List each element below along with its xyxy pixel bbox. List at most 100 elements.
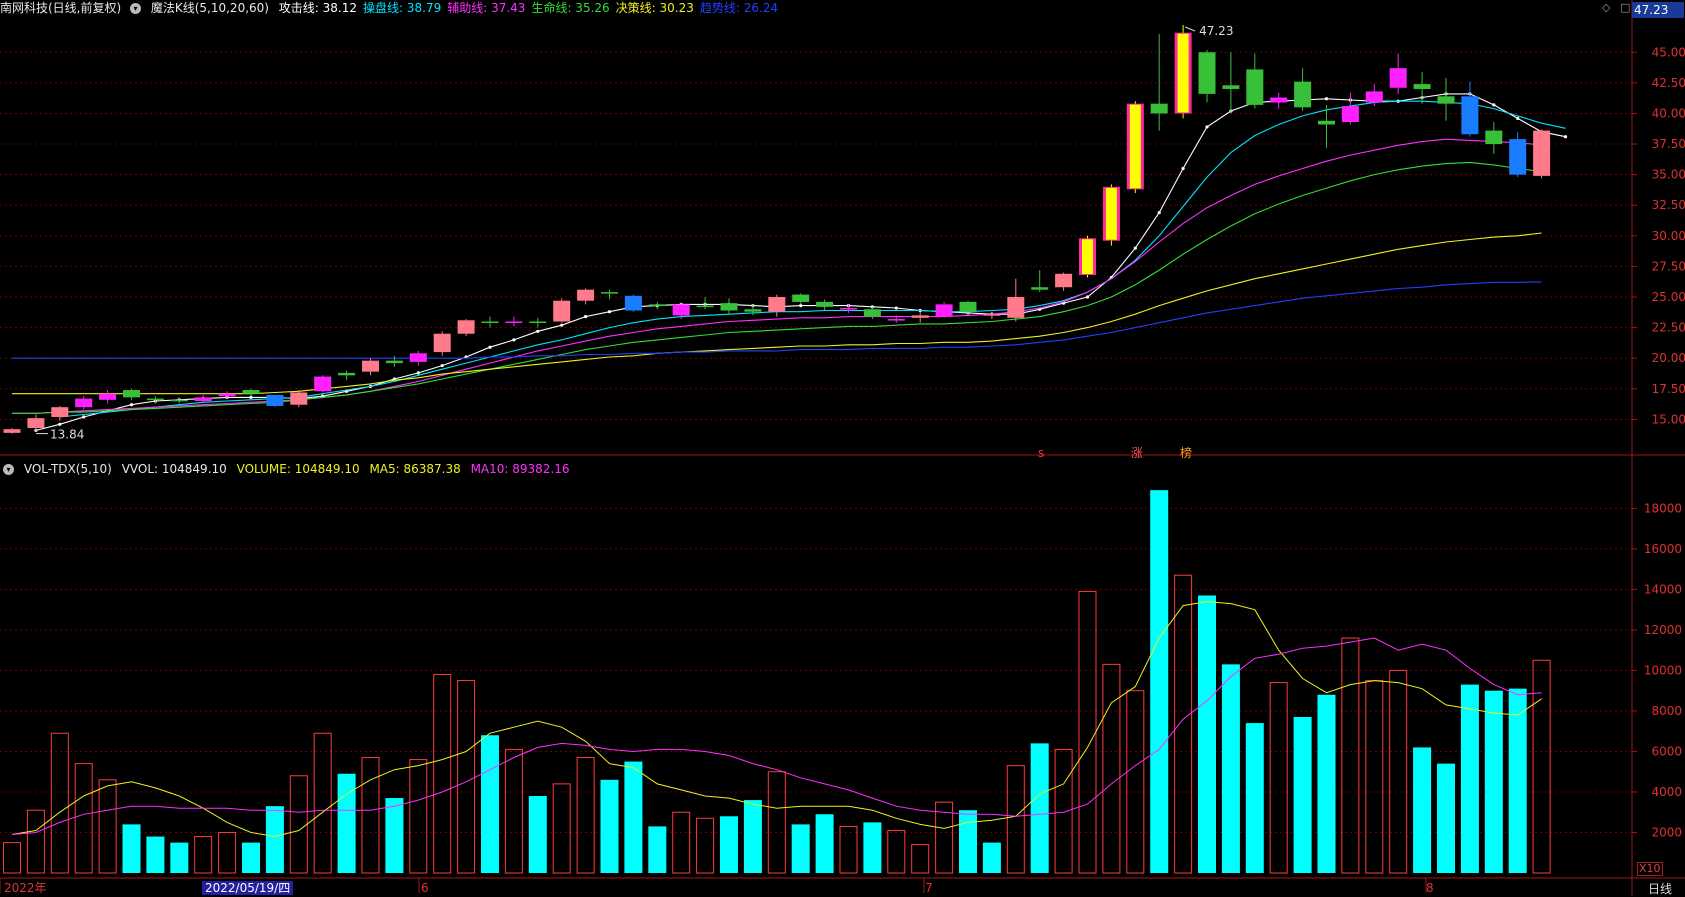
candle-body xyxy=(672,304,690,316)
volume-bar-down xyxy=(1198,595,1216,873)
volume-bar-down xyxy=(1221,664,1240,873)
candle-body xyxy=(266,394,284,406)
month-8-label: 8 xyxy=(1426,881,1434,895)
volume-tick-label: 10000 xyxy=(1644,663,1682,677)
candle-body xyxy=(242,390,260,394)
month-7-label: 7 xyxy=(925,881,933,895)
volume-bars[interactable] xyxy=(3,490,1551,874)
candle-body-inner xyxy=(1129,104,1141,189)
volume-bar-down xyxy=(959,810,977,873)
grid-lines xyxy=(0,0,1685,896)
signal-marker-list[interactable]: 榜 xyxy=(1180,444,1192,461)
candle-body xyxy=(911,315,929,318)
volume-bar-up xyxy=(3,842,21,874)
stock-title[interactable]: 南网科技(日线,前复权) xyxy=(0,1,121,15)
volume-bar-down xyxy=(624,761,643,873)
volume-bar-up xyxy=(839,825,858,874)
volume-bar-down xyxy=(242,842,260,873)
volume-bar-down xyxy=(648,826,667,873)
candle-body xyxy=(648,304,666,306)
candle-body xyxy=(218,393,236,397)
indicator-header: 南网科技(日线,前复权) ▾ 魔法K线(5,10,20,60) 攻击线: 38.… xyxy=(0,0,790,16)
ma-line xyxy=(59,100,1566,418)
attack-line-dot xyxy=(488,345,492,349)
candle-body xyxy=(1007,297,1025,318)
volume-value: VOLUME: 104849.10 xyxy=(236,462,360,476)
volume-bar-up xyxy=(672,811,691,874)
candle-body xyxy=(27,418,45,428)
vol-indicator-name[interactable]: VOL-TDX(5,10) xyxy=(24,462,112,476)
volume-bar-up xyxy=(194,836,213,874)
signal-marker-rise[interactable]: 涨 xyxy=(1131,444,1143,461)
ma-label-4: 决策线: 30.23 xyxy=(615,1,694,15)
multiplier-label: X10 xyxy=(1637,862,1663,876)
price-annotations: 47.23 13.84 xyxy=(36,24,1233,442)
volume-bar-up xyxy=(361,757,380,874)
candle-body xyxy=(505,321,523,324)
settings-circle-icon[interactable]: ▾ xyxy=(130,3,142,14)
attack-line-dot xyxy=(1492,103,1496,107)
price-tick-label: 45.00 xyxy=(1652,45,1685,59)
volume-bar-down xyxy=(1437,763,1455,873)
volume-header: ▾ VOL-TDX(5,10) VVOL: 104849.10 VOLUME: … xyxy=(0,461,576,477)
volume-bar-down xyxy=(122,824,141,873)
moving-average-lines xyxy=(12,92,1568,433)
candle-body xyxy=(1031,287,1049,290)
attack-line-dot xyxy=(1181,166,1185,171)
settings-circle-icon[interactable]: ▾ xyxy=(3,464,14,475)
candle-body xyxy=(409,353,427,362)
candle-body xyxy=(529,321,547,324)
attack-line-dot xyxy=(1324,97,1329,101)
candle-body xyxy=(1341,106,1359,123)
volume-bar-down xyxy=(982,842,1001,873)
volume-bar-down xyxy=(265,806,284,873)
volume-ma10-line xyxy=(11,637,1542,835)
attack-line-dot xyxy=(584,315,588,319)
chart-canvas[interactable]: 15.00 17.50 20.00 22.50 25.00 27.50 30.00 32.50… xyxy=(0,0,1685,896)
candle-body xyxy=(577,289,595,301)
volume-bar-up xyxy=(98,779,117,874)
candle-body xyxy=(1485,130,1503,145)
volume-bar-down xyxy=(815,814,834,873)
candle-body xyxy=(840,308,857,310)
volume-bar-down xyxy=(743,800,762,873)
volume-tick-label: 18000 xyxy=(1644,501,1682,515)
diamond-icon[interactable]: ◇ xyxy=(1602,1,1610,14)
volume-bar-up xyxy=(1126,690,1145,874)
candlestick-series[interactable] xyxy=(3,24,1551,434)
restore-icon[interactable]: □ xyxy=(1620,1,1630,14)
candle-body xyxy=(1437,96,1455,104)
period-label[interactable]: 日线 xyxy=(1648,880,1672,897)
volume-bar-up xyxy=(1102,663,1121,874)
cursor-date-label[interactable]: 2022/05/19/四 xyxy=(202,881,294,895)
attack-line-dot xyxy=(1563,135,1568,139)
attack-line-dot xyxy=(512,338,516,342)
year-label: 2022年 xyxy=(4,881,47,895)
indicator-name[interactable]: 魔法K线(5,10,20,60) xyxy=(151,1,269,15)
candle-body xyxy=(362,360,379,372)
month-6-label: 6 xyxy=(421,881,429,895)
candle-body xyxy=(1413,84,1431,89)
candle-body xyxy=(51,407,69,417)
volume-bar-up xyxy=(911,844,930,874)
attack-line-dot xyxy=(129,403,134,407)
price-tick-label: 27.50 xyxy=(1652,259,1685,273)
candle-body xyxy=(983,314,1001,316)
volume-bar-up xyxy=(289,775,308,874)
ma-label-5: 趋势线: 26.24 xyxy=(699,1,779,15)
price-tick-label: 22.50 xyxy=(1652,321,1685,335)
candle-body xyxy=(816,301,834,307)
attack-line-dot xyxy=(1157,210,1161,215)
candle-body-inner xyxy=(1177,33,1189,113)
candle-body-inner xyxy=(1082,239,1093,274)
signal-marker-s[interactable]: s xyxy=(1038,446,1044,460)
attack-line-dot xyxy=(1205,125,1209,129)
attack-line-dot xyxy=(799,303,803,308)
price-tick-label: 42.50 xyxy=(1652,76,1685,90)
volume-bar-up xyxy=(887,829,906,874)
candle-body xyxy=(1222,85,1240,89)
attack-line-dot xyxy=(249,395,253,399)
volume-bar-up xyxy=(1078,590,1097,874)
volume-bar-down xyxy=(385,798,404,873)
volume-bar-up xyxy=(50,732,69,874)
